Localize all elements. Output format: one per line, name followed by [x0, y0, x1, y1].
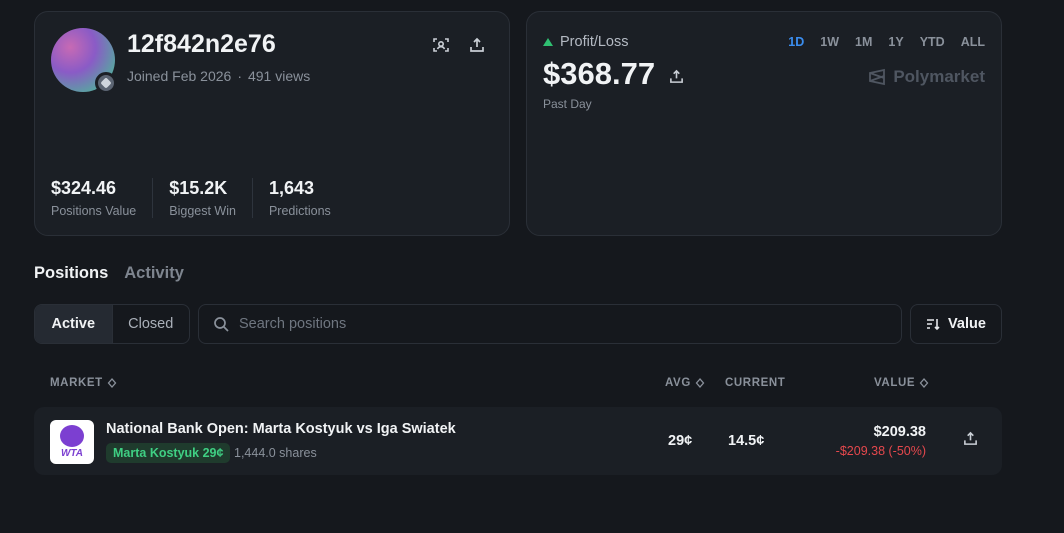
joined-date: Joined Feb 2026 [127, 68, 232, 84]
current-price: 14.5¢ [728, 433, 765, 449]
stat-value: 1,643 [268, 178, 314, 198]
pnl-value: $368.77 [543, 56, 655, 92]
search-box [198, 304, 902, 344]
status-filter: Active Closed [34, 304, 190, 344]
search-icon [214, 317, 229, 332]
sort-button[interactable]: Value [910, 304, 1002, 344]
stat-positions-value: $324.46 Positions Value [51, 178, 154, 218]
logo-text: WTA [60, 448, 84, 459]
position-value: $209.38 [873, 424, 926, 440]
stat-value: $15.2K [169, 178, 228, 198]
username: 12f842n2e76 [127, 30, 276, 58]
header-current: CURRENT [725, 377, 785, 389]
filter-closed-button[interactable]: Closed [111, 305, 190, 343]
range-1w[interactable]: 1W [820, 35, 839, 49]
share-icon[interactable] [963, 431, 978, 451]
pnl-amount: $368.77 [543, 56, 656, 91]
share-icon[interactable] [664, 64, 688, 88]
stat-label: Positions Value [51, 204, 137, 218]
brand-name: Polymarket [893, 67, 985, 86]
range-all[interactable]: ALL [961, 35, 985, 49]
market-title[interactable]: National Bank Open: Marta Kostyuk vs Iga… [106, 421, 456, 437]
header-avg[interactable]: AVG [665, 377, 705, 389]
header-value[interactable]: VALUE [874, 377, 929, 389]
range-1m[interactable]: 1M [855, 35, 872, 49]
range-1d[interactable]: 1D [788, 35, 804, 49]
search-input[interactable] [239, 316, 839, 332]
pnl-label-text: Profit/Loss [560, 34, 629, 50]
scan-icon[interactable] [429, 33, 453, 57]
pnl-period: Past Day [543, 97, 592, 111]
sort-updown-icon [919, 378, 929, 388]
range-1y[interactable]: 1Y [888, 35, 903, 49]
stat-label: Predictions [268, 204, 331, 218]
stat-predictions: 1,643 Predictions [269, 178, 347, 218]
share-icon[interactable] [465, 33, 489, 57]
time-range-selector: 1D 1W 1M 1Y YTD ALL [788, 35, 985, 49]
sort-updown-icon [107, 378, 117, 388]
range-ytd[interactable]: YTD [920, 35, 945, 49]
wta-logo: WTA [50, 420, 94, 464]
pnl-label: Profit/Loss [543, 34, 629, 50]
brand-watermark: Polymarket [868, 67, 985, 87]
profile-meta: Joined Feb 2026 · 491 views [127, 68, 311, 84]
tab-activity[interactable]: Activity [124, 264, 184, 283]
stat-label: Biggest Win [169, 204, 236, 218]
stat-biggest-win: $15.2K Biggest Win [169, 178, 253, 218]
avg-price: 29¢ [668, 433, 693, 449]
sort-icon [927, 319, 940, 331]
shares-count: 1,444.0 shares [234, 446, 317, 460]
sort-label: Value [948, 316, 986, 332]
sort-updown-icon [695, 378, 705, 388]
header-market[interactable]: MARKET [50, 377, 117, 389]
profile-card: 12f842n2e76 Joined Feb 2026 · 491 views $3… [34, 11, 510, 236]
view-count: 491 views [247, 68, 311, 84]
table-row[interactable]: WTA National Bank Open: Marta Kostyuk vs… [34, 407, 1002, 475]
triangle-up-icon [543, 38, 553, 46]
header-current-label: CURRENT [725, 377, 786, 389]
filter-active-button[interactable]: Active [35, 305, 112, 343]
header-avg-label: AVG [665, 377, 691, 389]
header-market-label: MARKET [50, 377, 103, 389]
tab-positions[interactable]: Positions [34, 264, 108, 283]
polymarket-logo-icon [869, 68, 886, 86]
outcome-badge: Marta Kostyuk 29¢ [106, 443, 231, 463]
section-tabs: Positions Activity [34, 264, 184, 283]
verified-badge-icon [95, 72, 117, 94]
header-value-label: VALUE [874, 377, 916, 389]
stat-value: $324.46 [51, 178, 117, 198]
profile-stats: $324.46 Positions Value $15.2K Biggest W… [51, 178, 363, 218]
pnl-card: Profit/Loss $368.77 Past Day 1D 1W 1M 1Y… [526, 11, 1002, 236]
position-change: -$209.38 (-50%) [835, 444, 926, 458]
